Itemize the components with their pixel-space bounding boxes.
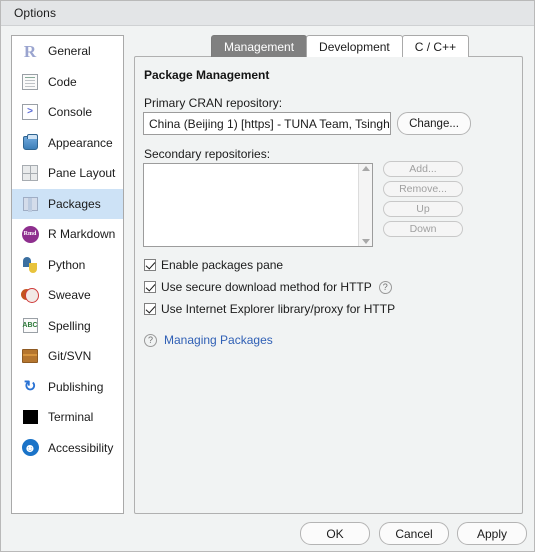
secondary-repositories-scrollbar[interactable] (358, 164, 372, 246)
checkbox-ie-proxy[interactable] (144, 303, 156, 315)
scroll-down-icon[interactable] (361, 239, 370, 244)
git-box-icon (20, 346, 40, 366)
dialog-body: R General Code > Console Appearance Pane Layou… (1, 27, 534, 551)
sidebar-item-sweave[interactable]: Sweave (12, 280, 123, 311)
dialog-title: Options (14, 6, 57, 20)
checkbox-row-secure-download[interactable]: Use secure download method for HTTP ? (144, 279, 392, 295)
sidebar-item-spelling[interactable]: ABC Spelling (12, 311, 123, 342)
package-box-icon (20, 194, 40, 214)
down-repository-button[interactable]: Down (383, 221, 463, 237)
options-category-list[interactable]: R General Code > Console Appearance Pane Layou… (11, 35, 124, 514)
sidebar-item-label: Code (48, 74, 77, 89)
sidebar-item-label: General (48, 44, 91, 59)
sidebar-item-label: Accessibility (48, 440, 114, 455)
checkbox-enable-packages-pane[interactable] (144, 259, 156, 271)
sidebar-item-accessibility[interactable]: ☻ Accessibility (12, 433, 123, 464)
sidebar-item-label: Python (48, 257, 86, 272)
pane-grid-icon (20, 163, 40, 183)
sidebar-item-label: Publishing (48, 379, 104, 394)
sidebar-item-code[interactable]: Code (12, 67, 123, 98)
page-title: Package Management (144, 68, 270, 82)
python-icon (20, 255, 40, 275)
checkbox-row-enable-packages-pane[interactable]: Enable packages pane (144, 257, 283, 273)
sidebar-item-label: R Markdown (48, 227, 116, 242)
sidebar-item-label: Pane Layout (48, 166, 116, 181)
tab-management[interactable]: Management (211, 35, 308, 57)
checkbox-label-secure-download: Use secure download method for HTTP (161, 280, 372, 294)
sidebar-item-label: Packages (48, 196, 101, 211)
sidebar-item-appearance[interactable]: Appearance (12, 128, 123, 159)
scroll-up-icon[interactable] (361, 166, 370, 171)
sidebar-item-pane-layout[interactable]: Pane Layout (12, 158, 123, 189)
sidebar-item-python[interactable]: Python (12, 250, 123, 281)
tab-strip[interactable]: Management Development C / C++ (211, 35, 470, 57)
tab-development[interactable]: Development (306, 35, 403, 57)
cran-repository-label: Primary CRAN repository: (144, 96, 283, 110)
options-dialog: Options R General Code > Console Appearance Pa… (0, 0, 535, 552)
spellcheck-icon: ABC (20, 316, 40, 336)
up-repository-button[interactable]: Up (383, 201, 463, 217)
rmarkdown-icon: Rmd (20, 224, 40, 244)
dialog-footer: OK Cancel Apply (1, 513, 534, 551)
managing-packages-help-link[interactable]: ? Managing Packages (144, 333, 273, 347)
sweave-pdf-icon (20, 285, 40, 305)
sidebar-item-r-markdown[interactable]: Rmd R Markdown (12, 219, 123, 250)
code-document-icon (20, 72, 40, 92)
checkbox-label-ie-proxy: Use Internet Explorer library/proxy for … (161, 302, 396, 316)
sidebar-item-label: Appearance (48, 135, 113, 150)
cran-repository-input[interactable]: China (Beijing 1) [https] - TUNA Team, T… (143, 112, 391, 135)
sidebar-item-label: Terminal (48, 410, 94, 425)
dialog-titlebar: Options (1, 1, 534, 26)
change-cran-button[interactable]: Change... (397, 112, 471, 135)
add-repository-button[interactable]: Add... (383, 161, 463, 177)
package-management-panel: Package Management Primary CRAN reposito… (134, 56, 523, 514)
publishing-icon: ↻ (23, 378, 37, 396)
question-mark-icon[interactable]: ? (144, 333, 157, 347)
checkbox-label-enable-packages-pane: Enable packages pane (161, 258, 284, 272)
remove-repository-button[interactable]: Remove... (383, 181, 463, 197)
secondary-repositories-buttons[interactable]: Add... Remove... Up Down (383, 161, 463, 241)
sidebar-item-console[interactable]: > Console (12, 97, 123, 128)
sidebar-item-general[interactable]: R General (12, 36, 123, 67)
terminal-icon (20, 407, 40, 427)
sidebar-item-packages[interactable]: Packages (12, 188, 123, 219)
console-prompt-icon: > (20, 102, 40, 122)
apply-button[interactable]: Apply (457, 522, 527, 545)
checkbox-secure-download[interactable] (144, 281, 156, 293)
r-logo-icon: R (23, 41, 37, 61)
sidebar-item-label: Sweave (48, 288, 91, 303)
ok-button[interactable]: OK (300, 522, 370, 545)
checkbox-row-ie-proxy[interactable]: Use Internet Explorer library/proxy for … (144, 301, 395, 317)
paint-bucket-icon (20, 133, 40, 153)
managing-packages-link-text[interactable]: Managing Packages (164, 333, 273, 347)
accessibility-icon: ☻ (20, 438, 40, 458)
sidebar-item-label: Spelling (48, 318, 91, 333)
sidebar-item-terminal[interactable]: Terminal (12, 402, 123, 433)
sidebar-item-label: Console (48, 105, 93, 120)
secondary-repositories-list[interactable] (143, 163, 373, 247)
tab-c-c++[interactable]: C / C++ (401, 35, 470, 57)
sidebar-item-label: Git/SVN (48, 349, 92, 364)
sidebar-item-publishing[interactable]: ↻ Publishing (12, 372, 123, 403)
help-question-icon[interactable]: ? (378, 280, 392, 294)
secondary-repositories-label: Secondary repositories: (144, 147, 271, 161)
cancel-button[interactable]: Cancel (379, 522, 449, 545)
sidebar-item-git-svn[interactable]: Git/SVN (12, 341, 123, 372)
